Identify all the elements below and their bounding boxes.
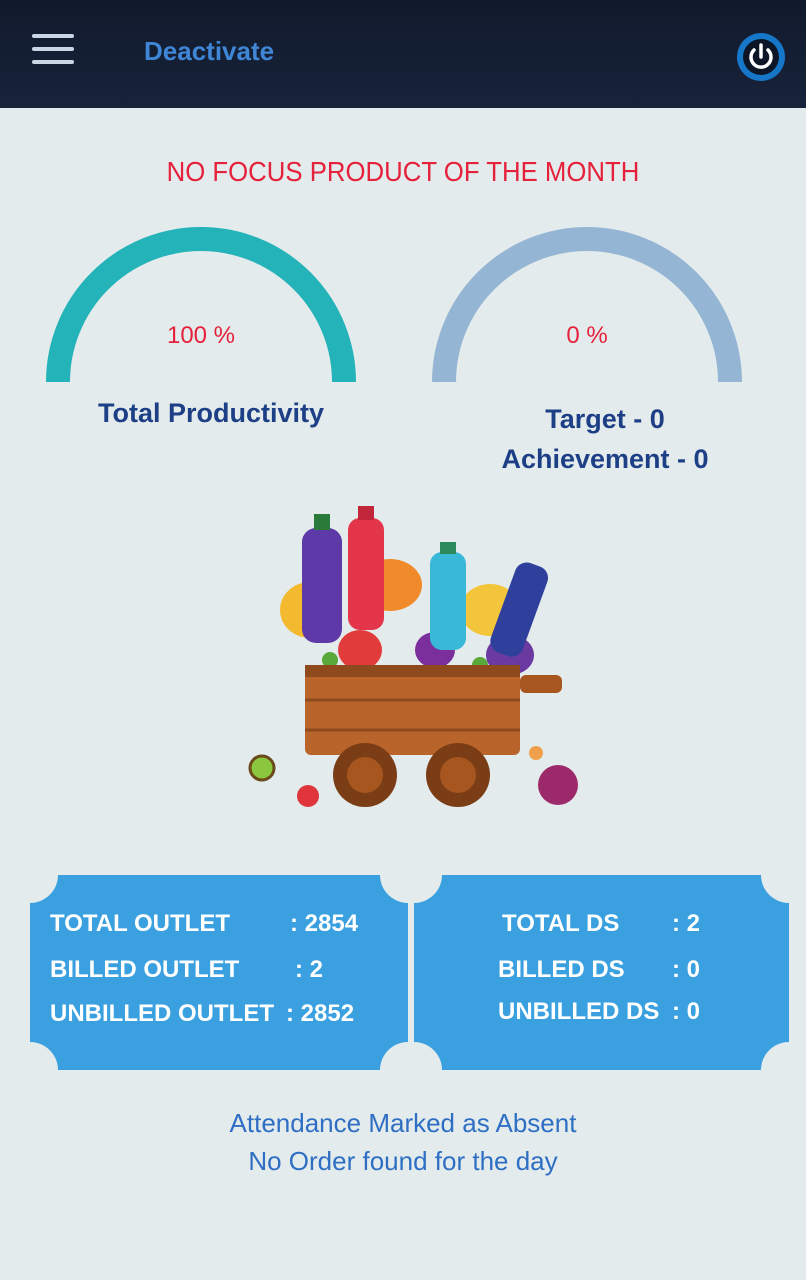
productivity-percent: 100 % — [166, 322, 236, 349]
productivity-gauge: 100 % — [46, 226, 356, 396]
total-ds-value: : 2 — [672, 910, 701, 937]
unbilled-outlet-value: : 2852 — [286, 1000, 355, 1027]
unbilled-ds-label: UNBILLED DS — [498, 998, 660, 1025]
fruit-basket-illustration — [240, 500, 590, 820]
hamburger-menu-icon[interactable] — [32, 34, 74, 64]
billed-ds-value: : 0 — [672, 956, 701, 983]
unbilled-outlet-label: UNBILLED OUTLET — [50, 1000, 274, 1027]
order-status-message: No Order found for the day — [248, 1146, 558, 1176]
unbilled-ds-value: : 0 — [672, 998, 701, 1025]
total-outlet-value: : 2854 — [290, 910, 359, 937]
billed-outlet-label: BILLED OUTLET — [50, 956, 240, 983]
attendance-status-message: Attendance Marked as Absent — [229, 1108, 577, 1138]
focus-product-headline: NO FOCUS PRODUCT OF THE MONTH — [166, 156, 640, 187]
target-label: Target - 0 — [545, 404, 665, 434]
total-ds-label: TOTAL DS — [502, 910, 620, 937]
power-icon[interactable] — [736, 32, 786, 82]
achievement-label: Achievement - 0 — [501, 444, 709, 474]
outlet-summary-card: TOTAL OUTLET : 2854 BILLED OUTLET : 2 UN… — [30, 875, 408, 1070]
total-outlet-label: TOTAL OUTLET — [50, 910, 230, 937]
billed-outlet-value: : 2 — [295, 956, 324, 983]
total-productivity-label: Total Productivity — [97, 398, 325, 428]
target-gauge: 0 % — [432, 226, 742, 396]
target-percent: 0 % — [566, 322, 608, 349]
page-title: Deactivate — [144, 36, 275, 66]
billed-ds-label: BILLED DS — [498, 956, 625, 983]
top-app-bar: Deactivate — [0, 0, 806, 108]
ds-summary-card: TOTAL DS : 2 BILLED DS : 0 UNBILLED DS :… — [414, 875, 789, 1070]
